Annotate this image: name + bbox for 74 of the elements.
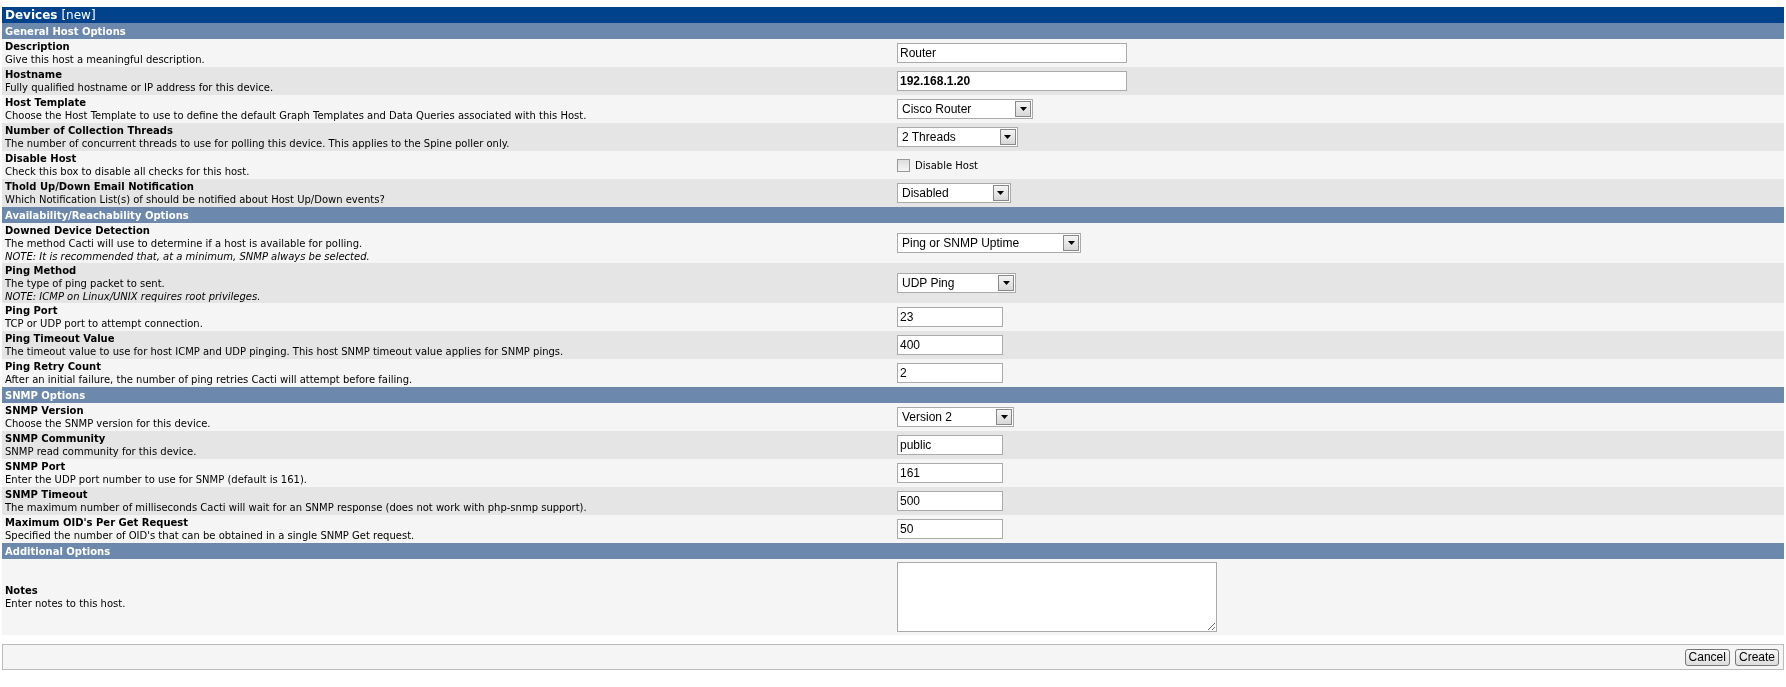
field-label: Disable Host bbox=[5, 152, 78, 165]
dropdown[interactable]: Cisco Router bbox=[897, 99, 1034, 119]
field-help: The maximum number of milliseconds Cacti will wait for an SNMP response (does not work with php-snmp support). bbox=[5, 501, 588, 514]
checkbox-label: Disable Host bbox=[915, 159, 979, 171]
notes-field[interactable] bbox=[897, 562, 1217, 632]
caret-icon bbox=[1003, 281, 1010, 285]
field-help: Give this host a meaningful description. bbox=[5, 53, 206, 66]
field-label: Host Template bbox=[5, 96, 88, 109]
text-field[interactable]: 500 bbox=[897, 491, 1003, 511]
field-label: Notes bbox=[5, 584, 39, 597]
text-field[interactable]: 23 bbox=[897, 307, 1003, 327]
field-label: Ping Timeout Value bbox=[5, 332, 116, 345]
dropdown[interactable]: Ping or SNMP Uptime bbox=[897, 233, 1082, 253]
field-help: SNMP read community for this device. bbox=[5, 445, 198, 458]
field-label: Thold Up/Down Email Notification bbox=[5, 180, 195, 193]
section-heading: General Host Options bbox=[2, 23, 1784, 39]
field-label: SNMP Community bbox=[5, 432, 107, 445]
field-help: Which Notification List(s) of should be notified about Host Up/Down events? bbox=[5, 193, 386, 206]
dropdown-arrow-button[interactable] bbox=[999, 129, 1016, 145]
dropdown-arrow-button[interactable] bbox=[996, 409, 1013, 425]
dropdown-arrow-button[interactable] bbox=[1063, 235, 1080, 251]
field-help: Fully qualified hostname or IP address for this device. bbox=[5, 81, 275, 94]
page-title: Devices bbox=[5, 8, 58, 22]
text-field[interactable]: 161 bbox=[897, 463, 1003, 483]
field-label: Ping Port bbox=[5, 304, 59, 317]
field-help: The method Cacti will use to determine if a host is available for polling. bbox=[5, 236, 364, 250]
section-heading: Availability/Reachability Options bbox=[2, 207, 1784, 223]
field-label: Ping Retry Count bbox=[5, 360, 102, 373]
field-label: Maximum OID's Per Get Request bbox=[5, 516, 190, 529]
dropdown[interactable]: 2 Threads bbox=[897, 127, 1018, 147]
dropdown-arrow-button[interactable] bbox=[992, 185, 1009, 201]
text-field[interactable]: 50 bbox=[897, 519, 1003, 539]
caret-icon bbox=[1067, 241, 1075, 245]
field-help: The timeout value to use for host ICMP and UDP pinging. This host SNMP timeout value applies for SNMP pings. bbox=[5, 345, 565, 358]
checkbox[interactable] bbox=[897, 158, 910, 172]
field-help: The number of concurrent threads to use for polling this device. This applies to the Spine poller only. bbox=[5, 137, 511, 150]
section-heading: SNMP Options bbox=[2, 387, 1784, 403]
text-field[interactable]: 2 bbox=[897, 363, 1003, 383]
form-button[interactable]: Create bbox=[1734, 648, 1779, 666]
page-title-tag: [new] bbox=[61, 8, 96, 22]
field-help: Choose the SNMP version for this device. bbox=[5, 417, 212, 430]
field-help: After an initial failure, the number of ping retries Cacti will attempt before failing. bbox=[5, 373, 414, 386]
caret-icon bbox=[1000, 415, 1008, 419]
field-label: Number of Collection Threads bbox=[5, 124, 174, 137]
field-help: TCP or UDP port to attempt connection. bbox=[5, 317, 204, 330]
caret-icon bbox=[997, 191, 1005, 195]
field-label: SNMP Port bbox=[5, 460, 67, 473]
dropdown-arrow-button[interactable] bbox=[1015, 101, 1032, 117]
text-field[interactable]: 192.168.1.20 bbox=[897, 71, 1127, 91]
field-label: SNMP Version bbox=[5, 404, 85, 417]
field-help: Choose the Host Template to use to define the default Graph Templates and Data Queries associated with this Host. bbox=[5, 109, 588, 122]
caret-icon bbox=[1019, 107, 1027, 111]
text-field[interactable]: 400 bbox=[897, 335, 1003, 355]
field-note: NOTE: ICMP on Linux/UNIX requires root privileges. bbox=[5, 289, 262, 303]
field-label: Hostname bbox=[5, 68, 64, 81]
field-label: Description bbox=[5, 40, 71, 53]
text-field[interactable]: public bbox=[897, 435, 1003, 455]
field-label: Downed Device Detection bbox=[5, 223, 151, 237]
field-help: Check this box to disable all checks for this host. bbox=[5, 165, 251, 178]
form-button[interactable]: Cancel bbox=[1684, 648, 1730, 666]
dropdown[interactable]: UDP Ping bbox=[897, 273, 1017, 293]
dropdown-arrow-button[interactable] bbox=[998, 275, 1015, 291]
field-note: NOTE: It is recommended that, at a minimum, SNMP always be selected. bbox=[5, 249, 371, 263]
dropdown[interactable]: Version 2 bbox=[897, 407, 1015, 427]
field-label: Ping Method bbox=[5, 263, 78, 277]
field-help: Specified the number of OID's that can be obtained in a single SNMP Get request. bbox=[5, 529, 416, 542]
field-help: Enter notes to this host. bbox=[5, 597, 127, 610]
section-heading: Additional Options bbox=[2, 543, 1784, 559]
field-label: SNMP Timeout bbox=[5, 488, 89, 501]
dropdown[interactable]: Disabled bbox=[897, 183, 1011, 203]
caret-icon bbox=[1004, 135, 1012, 139]
field-help: Enter the UDP port number to use for SNMP (default is 161). bbox=[5, 473, 308, 486]
field-help: The type of ping packet to sent. bbox=[5, 276, 166, 290]
text-field[interactable]: Router bbox=[897, 43, 1127, 63]
